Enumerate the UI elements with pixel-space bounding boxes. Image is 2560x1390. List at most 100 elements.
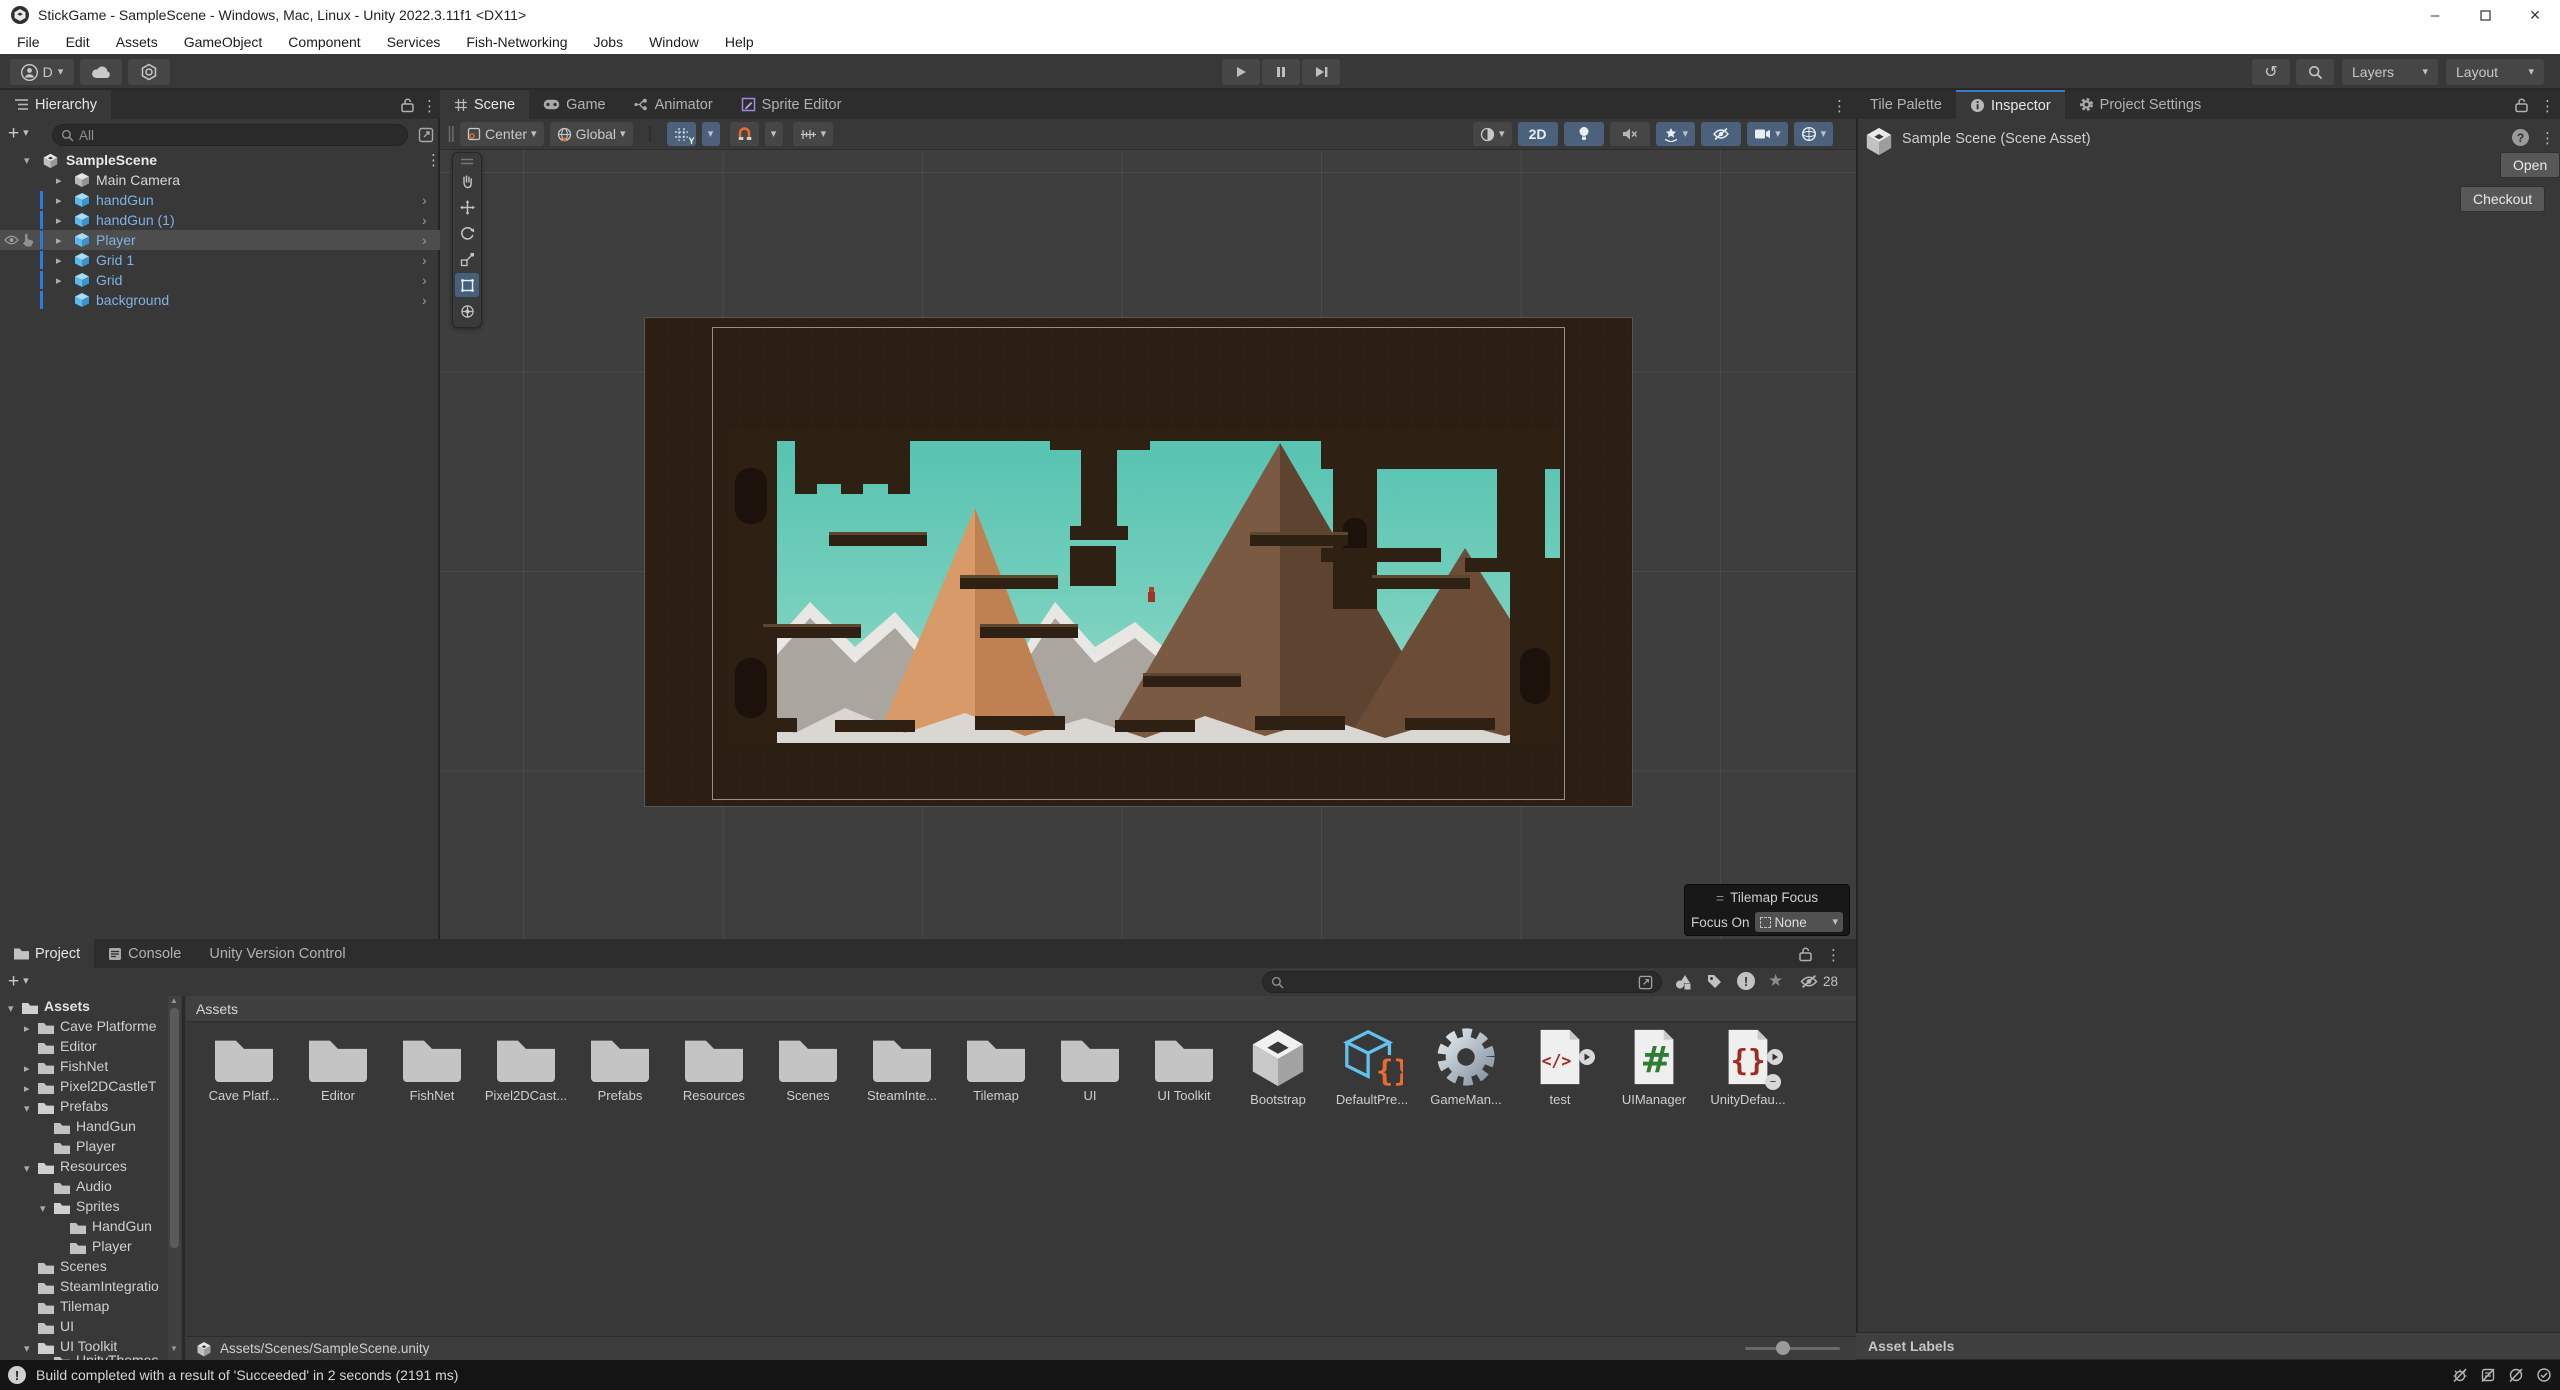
asset-file-uimanager[interactable]: # UIManager	[1608, 1026, 1700, 1107]
asset-file-test[interactable]: </> test	[1514, 1026, 1606, 1107]
hierarchy-search-input[interactable]: All	[52, 124, 408, 146]
asset-file-defaultpresets[interactable]: {} DefaultPre...	[1326, 1026, 1418, 1107]
hierarchy-menu-kebab[interactable]: ⋮	[422, 97, 437, 115]
scroll-down-icon[interactable]: ▼	[170, 1344, 178, 1353]
chevron-down-icon[interactable]: ▾	[24, 154, 30, 167]
scene-panel-kebab[interactable]: ⋮	[1832, 97, 1847, 115]
chevron-right-icon[interactable]: ▸	[56, 194, 62, 207]
chevron-right-icon[interactable]: ▸	[56, 214, 62, 227]
menu-services[interactable]: Services	[374, 34, 454, 50]
chevron-down-icon[interactable]: ▾	[24, 1162, 30, 1175]
grid-visibility-dropdown[interactable]: ▾	[702, 122, 720, 146]
tab-sprite-editor[interactable]: Sprite Editor	[727, 90, 856, 119]
checkout-button[interactable]: Checkout	[2460, 186, 2545, 212]
menu-window[interactable]: Window	[636, 34, 712, 50]
cache-server-status-icon[interactable]	[2480, 1367, 2496, 1383]
layers-dropdown[interactable]: Layers ▾	[2342, 59, 2438, 85]
tree-item-cave-platformer[interactable]: ▸ Cave Platforme	[0, 1018, 168, 1038]
tree-item-prefabs-handgun[interactable]: HandGun	[0, 1118, 168, 1138]
grid-snap-increment[interactable]: ▾	[793, 122, 834, 146]
menu-component[interactable]: Component	[275, 34, 373, 50]
tree-item-ui[interactable]: UI	[0, 1318, 168, 1338]
tab-game[interactable]: Game	[529, 90, 620, 119]
inspector-panel-kebab[interactable]: ⋮	[2540, 97, 2555, 115]
lock-icon[interactable]	[1798, 946, 1813, 962]
menu-gameobject[interactable]: GameObject	[171, 34, 276, 50]
chevron-right-icon[interactable]: ▸	[56, 234, 62, 247]
audio-mute-toggle[interactable]	[1610, 122, 1650, 146]
search-by-type-icon[interactable]	[1674, 973, 1692, 991]
hierarchy-create-dropdown[interactable]: + ▾	[8, 124, 29, 143]
gizmos-dropdown[interactable]: ▾	[1794, 122, 1834, 146]
account-dropdown[interactable]: D ▾	[10, 59, 74, 85]
chevron-right-icon[interactable]: ▸	[24, 1082, 30, 1095]
maximize-button[interactable]	[2460, 0, 2510, 30]
status-message[interactable]: Build completed with a result of 'Succee…	[36, 1367, 458, 1383]
search-by-log-icon[interactable]: !	[1737, 972, 1755, 990]
cloud-services-button[interactable]	[80, 59, 122, 85]
tab-unity-version-control[interactable]: Unity Version Control	[195, 939, 359, 968]
grid-visibility-toggle[interactable]: Y	[667, 122, 696, 146]
pause-button[interactable]	[1262, 59, 1300, 85]
lock-icon[interactable]	[400, 97, 415, 113]
asset-folder-prefabs[interactable]: Prefabs	[574, 1026, 666, 1103]
asset-folder-pixel2dcastle[interactable]: Pixel2DCast...	[480, 1026, 572, 1103]
hierarchy-scene-row[interactable]: ▾ SampleScene ⋮	[0, 150, 440, 170]
tree-item-assets[interactable]: ▾ Assets	[0, 998, 168, 1018]
inspector-header-kebab[interactable]: ⋮	[2540, 129, 2555, 147]
tree-item-audio[interactable]: Audio	[0, 1178, 168, 1198]
tree-item-sprites-player[interactable]: Player	[0, 1238, 168, 1258]
close-button[interactable]: ×	[2510, 0, 2560, 30]
asset-folder-steamintegration[interactable]: SteamInte...	[856, 1026, 948, 1103]
tree-grid-divider[interactable]	[182, 996, 185, 1360]
asset-file-gamemanager[interactable]: GameMan...	[1420, 1026, 1512, 1107]
tree-item-sprites[interactable]: ▾ Sprites	[0, 1198, 168, 1218]
menu-help[interactable]: Help	[712, 34, 767, 50]
menu-jobs[interactable]: Jobs	[581, 34, 637, 50]
lock-icon[interactable]	[2514, 97, 2529, 113]
2d-mode-toggle[interactable]: 2D	[1518, 122, 1558, 146]
hierarchy-item-background[interactable]: background ›	[0, 290, 440, 310]
tree-item-prefabs-player[interactable]: Player	[0, 1138, 168, 1158]
prefab-open-chevron[interactable]: ›	[422, 272, 427, 288]
tab-hierarchy[interactable]: Hierarchy	[0, 90, 111, 119]
open-button[interactable]: Open	[2500, 152, 2560, 178]
favorites-star-icon[interactable]: ★	[1768, 971, 1783, 991]
asset-file-unitydefaultruntimetheme[interactable]: {} − UnityDefau...	[1702, 1026, 1794, 1107]
hierarchy-item-grid[interactable]: ▸ Grid ›	[0, 270, 440, 290]
chevron-right-icon[interactable]: ▸	[24, 1022, 30, 1035]
asset-file-bootstrap[interactable]: Bootstrap	[1232, 1026, 1324, 1107]
chevron-right-icon[interactable]: ▸	[56, 254, 62, 267]
tab-animator[interactable]: Animator	[620, 90, 727, 119]
hierarchy-item-grid-1[interactable]: ▸ Grid 1 ›	[0, 250, 440, 270]
asset-labels-section[interactable]: Asset Labels	[1856, 1332, 2560, 1360]
rect-tool-selected[interactable]	[455, 273, 479, 297]
help-icon[interactable]: ?	[2512, 129, 2529, 146]
tree-item-steamintegration[interactable]: SteamIntegratio	[0, 1278, 168, 1298]
project-search-input[interactable]	[1262, 971, 1662, 993]
tab-inspector[interactable]: Inspector	[1956, 90, 2065, 119]
pickability-icon[interactable]	[21, 233, 34, 247]
chevron-down-icon[interactable]: ▾	[8, 1002, 14, 1015]
tree-item-resources[interactable]: ▾ Resources	[0, 1158, 168, 1178]
overlay-drag-handle[interactable]: =	[1716, 890, 1723, 906]
prefab-open-chevron[interactable]: ›	[422, 292, 427, 308]
draw-mode-dropdown[interactable]: ▾	[1473, 122, 1512, 146]
transform-tool[interactable]	[455, 299, 479, 323]
hierarchy-item-player[interactable]: ▸ Player ›	[0, 230, 440, 250]
layout-dropdown[interactable]: Layout ▾	[2446, 59, 2544, 85]
tab-project[interactable]: Project	[0, 939, 94, 968]
collab-status-icon[interactable]	[2508, 1367, 2524, 1383]
undo-history-button[interactable]: ↺	[2252, 59, 2290, 85]
hidden-packages-icon[interactable]	[1799, 974, 1819, 989]
prefab-open-chevron[interactable]: ›	[422, 252, 427, 268]
search-by-label-icon[interactable]	[1706, 973, 1723, 990]
menu-edit[interactable]: Edit	[53, 34, 103, 50]
hierarchy-item-main-camera[interactable]: ▸ Main Camera	[0, 170, 440, 190]
move-tool[interactable]	[455, 195, 479, 219]
tree-item-scenes[interactable]: Scenes	[0, 1258, 168, 1278]
menu-fish-networking[interactable]: Fish-Networking	[453, 34, 580, 50]
menu-file[interactable]: File	[4, 34, 53, 50]
asset-folder-resources[interactable]: Resources	[668, 1026, 760, 1103]
scene-menu-kebab[interactable]: ⋮	[426, 151, 441, 169]
